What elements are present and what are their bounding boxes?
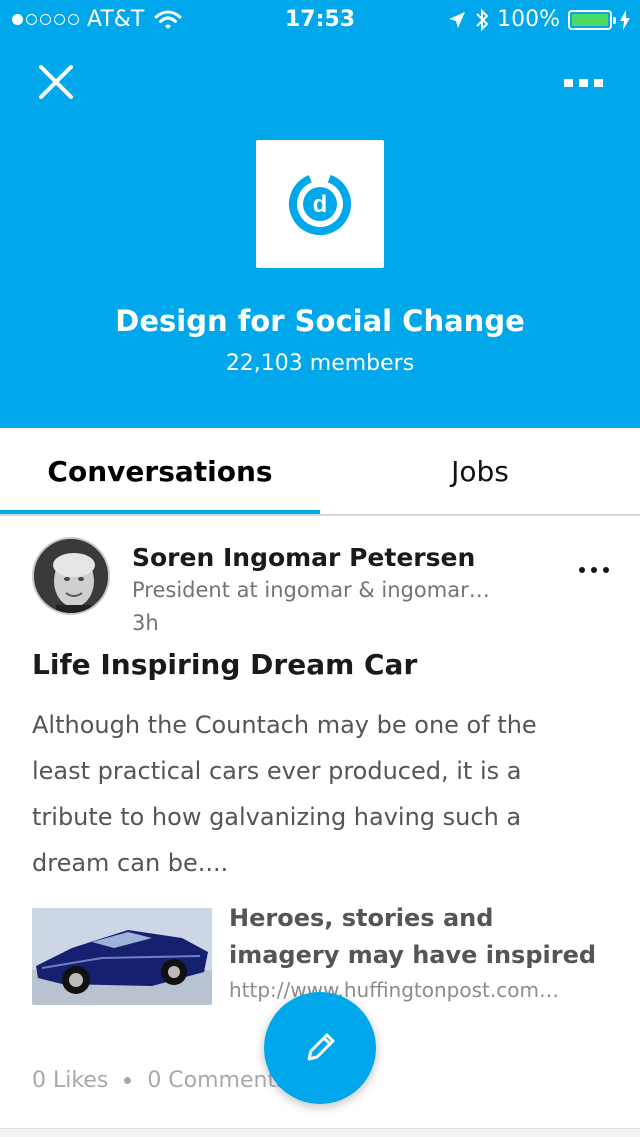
close-button[interactable] <box>34 60 78 104</box>
link-url: http://www.huffingtonpost.com… <box>229 978 559 1002</box>
tab-bar: Conversations Jobs <box>0 428 640 516</box>
separator-dot <box>124 1077 132 1084</box>
tab-conversations[interactable]: Conversations <box>0 428 320 514</box>
tab-jobs[interactable]: Jobs <box>320 428 640 514</box>
avatar-photo <box>34 539 108 613</box>
more-options-button[interactable] <box>558 64 610 100</box>
group-title: Design for Social Change <box>115 304 525 338</box>
more-icon <box>579 567 609 573</box>
battery-icon <box>568 9 616 30</box>
comments-count[interactable]: 0 Comments <box>147 1068 287 1093</box>
charging-bolt-icon <box>620 9 630 30</box>
author-name[interactable]: Soren Ingomar Petersen <box>132 543 475 572</box>
group-logo-icon: d <box>289 173 351 235</box>
logo-letter: d <box>313 191 328 218</box>
post-options-button[interactable] <box>574 558 614 582</box>
pencil-icon <box>307 1033 335 1061</box>
more-icon <box>564 79 603 87</box>
post-stats: 0 Likes 0 Comments <box>32 1068 288 1093</box>
group-header: AT&T 17:53 100% d Design for Social Chan… <box>0 0 640 428</box>
battery-percent: 100% <box>497 7 560 32</box>
author-avatar[interactable] <box>32 537 110 615</box>
active-tab-indicator <box>0 510 320 514</box>
post-body: Although the Countach may be one of the … <box>32 711 537 877</box>
post-title[interactable]: Life Inspiring Dream Car <box>32 648 417 681</box>
post-timestamp: 3h <box>132 611 159 635</box>
car-image <box>32 908 212 1005</box>
bluetooth-icon <box>476 8 489 31</box>
author-headline: President at ingomar & ingomar… <box>132 578 490 602</box>
compose-button[interactable] <box>264 992 376 1104</box>
link-title: Heroes, stories and imagery may have ins… <box>229 904 597 969</box>
location-arrow-icon <box>449 11 466 28</box>
status-bar: AT&T 17:53 100% <box>0 0 640 40</box>
likes-count[interactable]: 0 Likes <box>32 1068 108 1093</box>
link-thumbnail <box>32 908 212 1005</box>
member-count: 22,103 members <box>225 351 415 376</box>
group-logo: d <box>256 140 384 268</box>
close-icon <box>39 65 73 99</box>
status-right: 100% <box>447 7 630 32</box>
